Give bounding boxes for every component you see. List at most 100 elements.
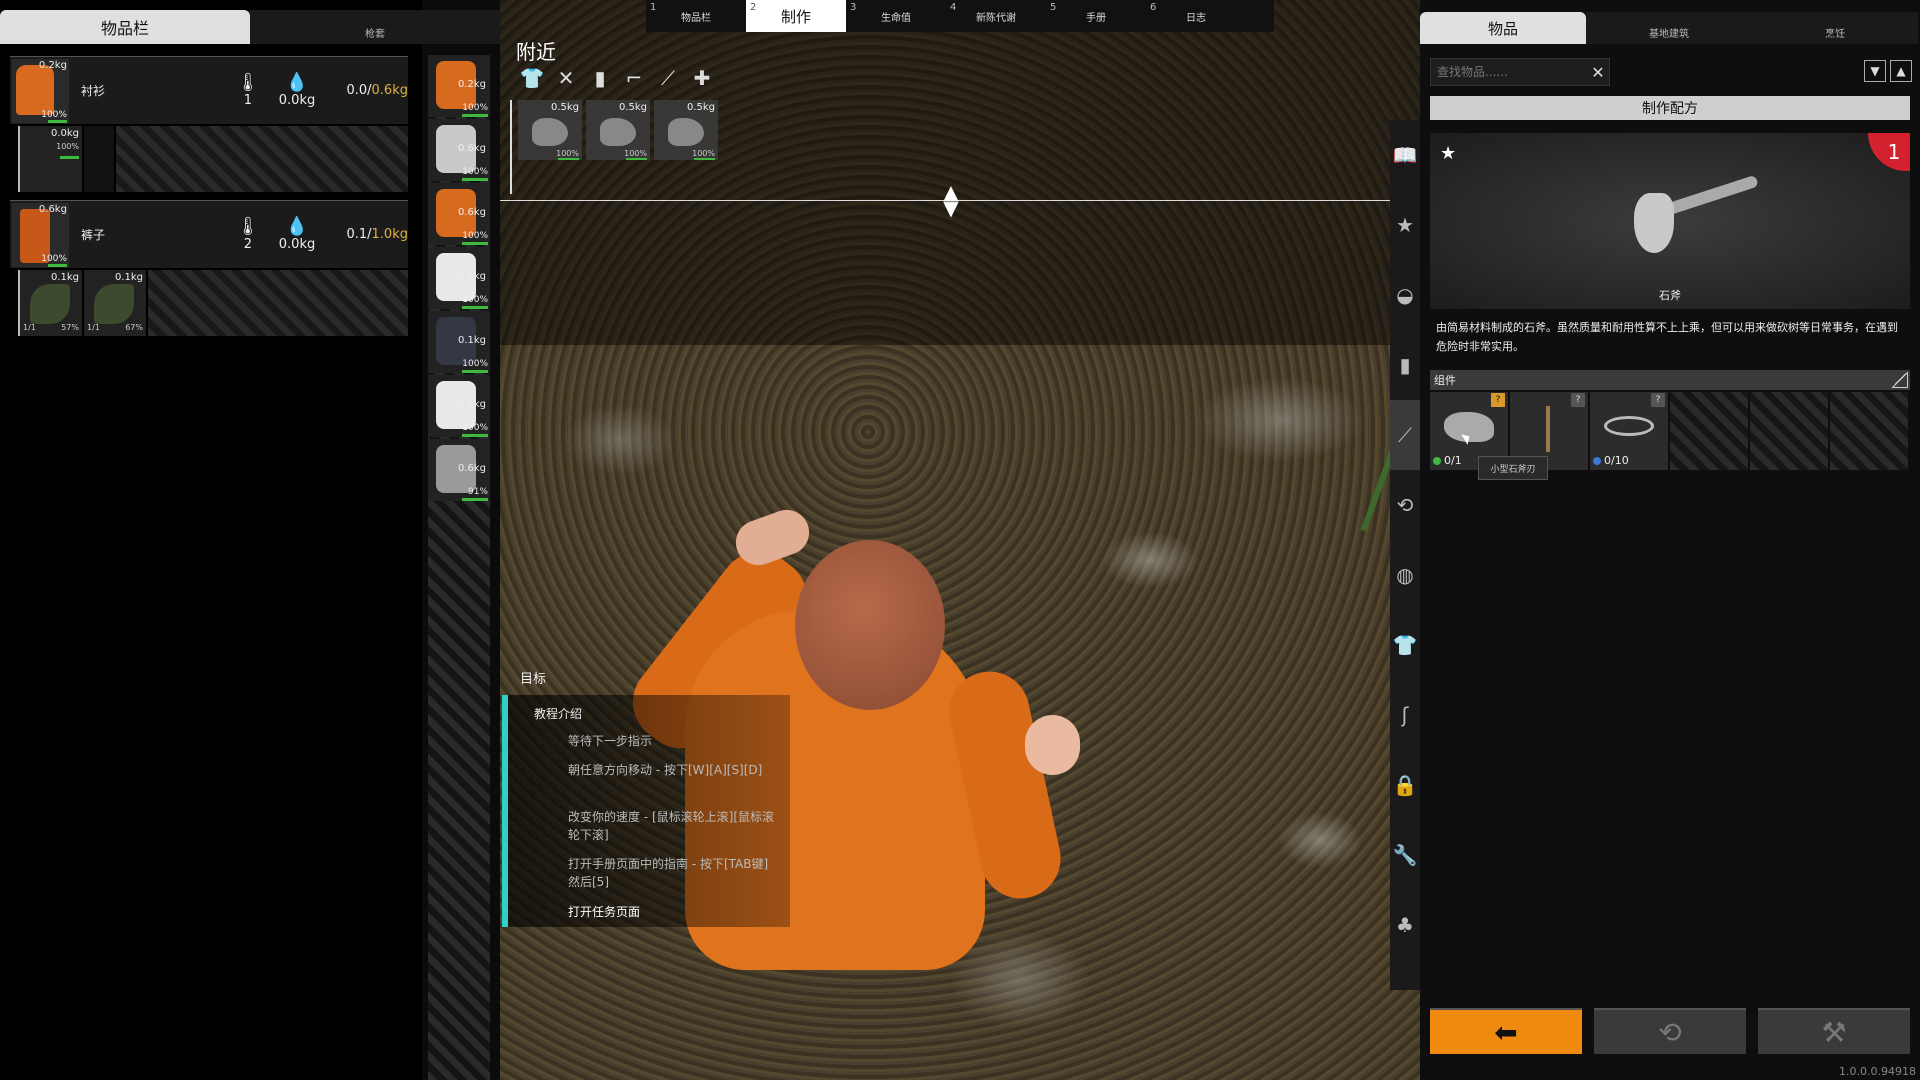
- tab-manual[interactable]: 5 手册: [1046, 0, 1146, 32]
- crafting-category-rail: 📖 ★ ◒ ▮ ⟋ ⟲ ◍ 👕 ʃ 🔒 🔧 ♣: [1390, 120, 1420, 990]
- component-rope[interactable]: ? 0/10: [1590, 392, 1668, 470]
- shirt-thumbnail[interactable]: 0.2kg 100%: [12, 58, 69, 123]
- condition-bar: [462, 306, 488, 309]
- stone-axe-icon: [1634, 193, 1674, 253]
- objective-box: 教程介绍 等待下一步指示 朝任意方向移动 - 按下[W][A][S][D] 改变…: [502, 695, 790, 927]
- components-header: 组件: [1430, 370, 1910, 390]
- stone-icon: [532, 118, 568, 146]
- equip-slot-1[interactable]: 0.2kg 100%: [428, 55, 490, 117]
- tab-holster[interactable]: 枪套: [250, 10, 500, 44]
- clothing-row-shirt[interactable]: 0.2kg 100% 衬衫 🌡 1 💧 0.0kg 0.0/0.6kg: [10, 56, 408, 124]
- nearby-item-stone[interactable]: 0.5kg 100%: [518, 100, 582, 160]
- nearby-item-stone[interactable]: 0.5kg 100%: [654, 100, 718, 160]
- pants-wetness: 💧 0.0kg: [278, 216, 316, 253]
- gun-filter-icon[interactable]: ⌐: [622, 66, 646, 90]
- blade-icon[interactable]: ⟋: [1390, 400, 1420, 470]
- lock-icon[interactable]: 🔒: [1390, 750, 1420, 820]
- pants-pocket-slot-1[interactable]: 0.1kg 1/1 57%: [20, 270, 82, 336]
- shirt-icon: [16, 64, 54, 115]
- medical-filter-icon[interactable]: ✚: [690, 66, 714, 90]
- pocket-item-bar: [60, 156, 79, 159]
- collapse-all-icon[interactable]: ▼: [1864, 60, 1886, 82]
- status-dot: [1593, 456, 1601, 465]
- tools-filter-icon[interactable]: ✕: [554, 66, 578, 90]
- condition-bar: [462, 178, 488, 181]
- shirt-capacity: 0.0/0.6kg: [346, 83, 408, 98]
- main-menu-tabs: 1 物品栏 2 制作 3 生命值 4 新陈代谢 5 手册 6 日志: [646, 0, 1274, 32]
- bottle-icon[interactable]: ▮: [1390, 330, 1420, 400]
- craft-all-button[interactable]: ⟲: [1594, 1008, 1746, 1054]
- pants-thumbnail[interactable]: 0.6kg 100%: [12, 202, 69, 267]
- plant-icon[interactable]: ♣: [1390, 890, 1420, 960]
- condition-bar: [462, 498, 488, 501]
- stone-icon: [668, 118, 704, 146]
- condition-bar: [558, 158, 579, 160]
- equip-slot-7[interactable]: 0.6kg 91%: [428, 439, 490, 501]
- condition-bar: [462, 242, 488, 245]
- pants-warmth: 🌡 2: [236, 216, 260, 253]
- resize-handle-icon[interactable]: ▲ ▼: [940, 182, 962, 218]
- crafting-tabs: 物品 基地建筑 烹饪: [1420, 12, 1920, 44]
- expand-all-icon[interactable]: ▲: [1890, 60, 1912, 82]
- rope-icon: [1604, 416, 1654, 436]
- craft-button[interactable]: ⚒: [1758, 1008, 1910, 1054]
- food-icon[interactable]: ◒: [1390, 260, 1420, 330]
- objective-item: 打开手册页面中的指南 - 按下[TAB键]然后[5]: [568, 857, 769, 889]
- version-label: 1.0.0.0.94918: [1839, 1065, 1916, 1078]
- hammer-icon: ⚒: [1821, 1015, 1847, 1049]
- resize-corner-icon: [1892, 372, 1908, 388]
- pants-name: 裤子: [80, 228, 105, 242]
- status-dot: [1433, 456, 1441, 465]
- tab-metabolism[interactable]: 4 新陈代谢: [946, 0, 1046, 32]
- tab-items[interactable]: 物品: [1420, 12, 1586, 44]
- bow-icon[interactable]: ⟲: [1390, 470, 1420, 540]
- star-icon[interactable]: ★: [1390, 190, 1420, 260]
- back-button[interactable]: ⬅: [1430, 1008, 1582, 1054]
- thermometer-icon: 🌡: [236, 72, 260, 93]
- shirt-condition-bar: [48, 119, 67, 123]
- objective-item: 朝任意方向移动 - 按下[W][A][S][D]: [568, 763, 763, 777]
- locked-slots: [148, 270, 408, 336]
- equip-slot-3[interactable]: 0.6kg 100%: [428, 183, 490, 245]
- shirt-pocket-slot[interactable]: 0.0kg 100%: [20, 126, 82, 192]
- crafting-actions: ⬅ ⟲ ⚒: [1430, 1008, 1910, 1054]
- pants-pocket-slot-2[interactable]: 0.1kg 1/1 67%: [84, 270, 146, 336]
- clothing-filter-icon[interactable]: 👕: [520, 66, 545, 90]
- tab-log[interactable]: 6 日志: [1146, 0, 1246, 32]
- shirt-wetness: 💧 0.0kg: [278, 72, 316, 109]
- equip-slot-6[interactable]: 0.2kg 100%: [428, 375, 490, 437]
- tab-inventory[interactable]: 物品栏: [0, 10, 250, 44]
- book-icon[interactable]: 📖: [1390, 120, 1420, 190]
- equip-slot-4[interactable]: 0.2kg 100%: [428, 247, 490, 309]
- close-icon[interactable]: ✕: [1588, 60, 1608, 84]
- inventory-panel: 物品栏 枪套 0.2kg 100% 衬衫 🌡 1 💧 0.0kg 0.0/0.6kg…: [0, 0, 500, 1080]
- clothing-icon[interactable]: 👕: [1390, 610, 1420, 680]
- tab-inventory-menu[interactable]: 1 物品栏: [646, 0, 746, 32]
- favorite-star-icon[interactable]: ★: [1440, 143, 1456, 164]
- tab-base-building[interactable]: 基地建筑: [1586, 12, 1752, 44]
- grenade-icon[interactable]: ◍: [1390, 540, 1420, 610]
- pants-condition-bar: [48, 263, 67, 267]
- wrench-icon[interactable]: 🔧: [1390, 820, 1420, 890]
- leaf-icon: [30, 284, 70, 324]
- tab-health[interactable]: 3 生命值: [846, 0, 946, 32]
- nearby-items: 0.5kg 100% 0.5kg 100% 0.5kg 100%: [510, 100, 718, 194]
- equip-slot-5[interactable]: 0.1kg 100%: [428, 311, 490, 373]
- nearby-item-stone[interactable]: 0.5kg 100%: [586, 100, 650, 160]
- water-drop-icon: 💧: [285, 72, 309, 93]
- tab-crafting[interactable]: 2 制作: [746, 0, 846, 32]
- bottle-filter-icon[interactable]: ▮: [588, 66, 612, 90]
- clothing-row-pants[interactable]: 0.6kg 100% 裤子 🌡 2 💧 0.0kg 0.1/1.0kg: [10, 200, 408, 268]
- search-input[interactable]: [1430, 58, 1610, 86]
- tab-cooking[interactable]: 烹饪: [1752, 12, 1918, 44]
- blade-filter-icon[interactable]: ⟋: [656, 66, 680, 90]
- objective-item: 等待下一步指示: [568, 734, 653, 748]
- component-empty-slot: [1830, 392, 1908, 470]
- shirt-warmth: 🌡 1: [236, 72, 260, 109]
- equip-slot-2[interactable]: 0.6kg 100%: [428, 119, 490, 181]
- character-head: [795, 540, 945, 710]
- shirt-pocket-empty[interactable]: [84, 126, 114, 192]
- open-quests-link[interactable]: 打开任务页面: [568, 903, 778, 921]
- shirt-weight: 0.2kg: [38, 59, 67, 71]
- fishhook-icon[interactable]: ʃ: [1390, 680, 1420, 750]
